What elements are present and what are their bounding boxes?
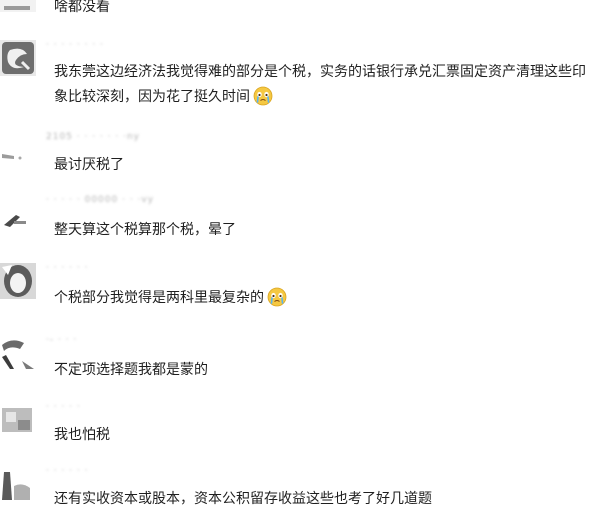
comment-text: 不定项选择题我都是蒙的 (54, 362, 208, 378)
username[interactable]: 2105 · · · · · · ·ny (46, 132, 140, 142)
comment-item: · · · · · 我也怕税 (0, 400, 614, 455)
comment-item: · · · · · 00000 · · ·vy 整天算这个税算那个税，晕了 (0, 193, 614, 248)
username[interactable]: · · · · · 00000 · · ·vy (46, 195, 154, 205)
avatar[interactable] (0, 400, 36, 436)
username[interactable]: · · · · · · (46, 466, 88, 476)
comment-text: 我也怕税 (54, 427, 110, 443)
comment-item: · · · · · · 个税部分我觉得是两科里最复杂的 (0, 261, 614, 321)
avatar[interactable] (0, 0, 36, 12)
comment-text-content: 个税部分我觉得是两科里最复杂的 (54, 290, 264, 306)
comment-text: 最讨厌税了 (54, 157, 124, 173)
avatar[interactable] (0, 40, 36, 76)
comment-text: 啥都没看 (54, 0, 110, 15)
avatar[interactable] (0, 263, 36, 299)
avatar[interactable] (0, 132, 36, 168)
avatar[interactable] (0, 335, 36, 371)
crying-face-icon (267, 287, 287, 307)
comment-text: 我东莞这边经济法我觉得难的部分是个税，实务的话银行承兑汇票固定资产清理这些印象比… (54, 60, 594, 110)
avatar[interactable] (0, 466, 36, 502)
crying-face-icon (253, 86, 273, 106)
comment-text: 还有实收资本或股本，资本公积留存收益这些也考了好几道题 (54, 491, 432, 507)
comment-item: · · · · · · 还有实收资本或股本，资本公积留存收益这些也考了好几道题 (0, 462, 614, 511)
comment-item: ·- · · · 不定项选择题我都是蒙的 (0, 331, 614, 386)
username[interactable]: · · · · · (46, 402, 81, 412)
username[interactable]: · · · · · · (46, 263, 88, 273)
comment-text: 整天算这个税算那个税，晕了 (54, 222, 236, 238)
comment-item: 啥都没看 (0, 0, 614, 20)
comment-item: 2105 · · · · · · ·ny 最讨厌税了 (0, 128, 614, 183)
avatar[interactable] (0, 195, 36, 231)
comment-item: · · · · · · · · 我东莞这边经济法我觉得难的部分是个税，实务的话银… (0, 40, 614, 120)
username[interactable]: ·- · · · (46, 335, 77, 345)
username[interactable]: · · · · · · · · (46, 40, 104, 50)
comment-text-content: 我东莞这边经济法我觉得难的部分是个税，实务的话银行承兑汇票固定资产清理这些印象比… (54, 64, 586, 105)
comment-text: 个税部分我觉得是两科里最复杂的 (54, 286, 594, 311)
